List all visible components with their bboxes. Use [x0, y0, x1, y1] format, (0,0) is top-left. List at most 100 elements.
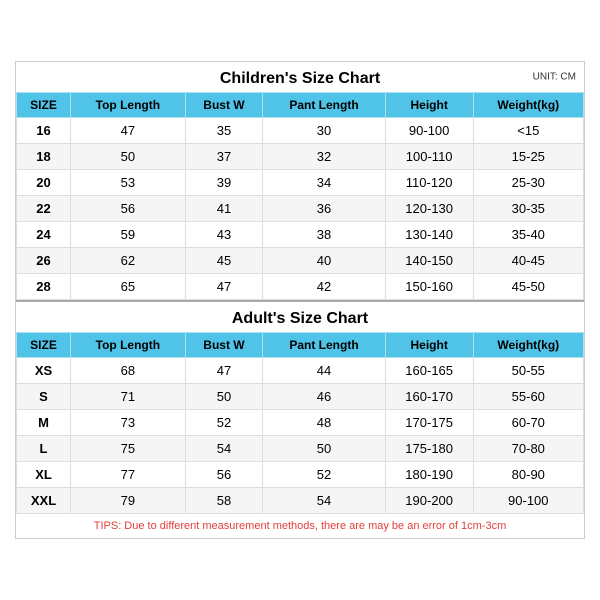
table-cell: 110-120 [385, 170, 473, 196]
table-cell: 56 [185, 462, 263, 488]
children-col-pantlength: Pant Length [263, 93, 386, 118]
children-col-bustw: Bust W [185, 93, 263, 118]
table-cell: 190-200 [385, 488, 473, 514]
table-cell: 32 [263, 144, 386, 170]
table-row: S715046160-17055-60 [17, 384, 584, 410]
table-cell: 120-130 [385, 196, 473, 222]
table-cell: 28 [17, 274, 71, 300]
table-row: L755450175-18070-80 [17, 436, 584, 462]
table-cell: L [17, 436, 71, 462]
table-cell: 20 [17, 170, 71, 196]
table-cell: 150-160 [385, 274, 473, 300]
table-row: XL775652180-19080-90 [17, 462, 584, 488]
table-cell: 40 [263, 248, 386, 274]
children-table: SIZE Top Length Bust W Pant Length Heigh… [16, 92, 584, 300]
tips-text: TIPS: Due to different measurement metho… [16, 514, 584, 538]
table-cell: 34 [263, 170, 386, 196]
adult-tbody: XS684744160-16550-55S715046160-17055-60M… [17, 358, 584, 514]
adult-col-height: Height [385, 333, 473, 358]
table-cell: 18 [17, 144, 71, 170]
adult-table: SIZE Top Length Bust W Pant Length Heigh… [16, 332, 584, 514]
table-cell: 160-165 [385, 358, 473, 384]
children-header-row: SIZE Top Length Bust W Pant Length Heigh… [17, 93, 584, 118]
table-cell: 160-170 [385, 384, 473, 410]
table-cell: 38 [263, 222, 386, 248]
table-cell: 55-60 [473, 384, 583, 410]
table-cell: 180-190 [385, 462, 473, 488]
chart-container: Children's Size Chart UNIT: CM SIZE Top … [15, 61, 585, 539]
table-cell: 24 [17, 222, 71, 248]
table-cell: 62 [71, 248, 186, 274]
table-cell: 30 [263, 118, 386, 144]
children-col-height: Height [385, 93, 473, 118]
children-title: Children's Size Chart UNIT: CM [16, 62, 584, 92]
table-cell: 59 [71, 222, 186, 248]
table-cell: XS [17, 358, 71, 384]
table-cell: 47 [185, 358, 263, 384]
children-tbody: 1647353090-100<1518503732100-11015-25205… [17, 118, 584, 300]
table-row: 20533934110-12025-30 [17, 170, 584, 196]
table-cell: 44 [263, 358, 386, 384]
table-cell: S [17, 384, 71, 410]
table-row: 22564136120-13030-35 [17, 196, 584, 222]
adult-title-text: Adult's Size Chart [232, 310, 368, 327]
table-cell: 60-70 [473, 410, 583, 436]
table-cell: 37 [185, 144, 263, 170]
table-row: 24594338130-14035-40 [17, 222, 584, 248]
table-row: 26624540140-15040-45 [17, 248, 584, 274]
table-cell: 56 [71, 196, 186, 222]
table-cell: 46 [263, 384, 386, 410]
adult-col-weight: Weight(kg) [473, 333, 583, 358]
table-cell: 58 [185, 488, 263, 514]
table-cell: 54 [185, 436, 263, 462]
table-cell: 68 [71, 358, 186, 384]
table-cell: 53 [71, 170, 186, 196]
table-row: M735248170-17560-70 [17, 410, 584, 436]
table-row: 28654742150-16045-50 [17, 274, 584, 300]
table-cell: 16 [17, 118, 71, 144]
table-cell: 40-45 [473, 248, 583, 274]
children-col-toplength: Top Length [71, 93, 186, 118]
adult-col-toplength: Top Length [71, 333, 186, 358]
table-cell: 77 [71, 462, 186, 488]
table-cell: 71 [71, 384, 186, 410]
table-cell: 36 [263, 196, 386, 222]
table-cell: 54 [263, 488, 386, 514]
table-cell: 90-100 [473, 488, 583, 514]
table-row: XS684744160-16550-55 [17, 358, 584, 384]
table-cell: 75 [71, 436, 186, 462]
table-cell: 80-90 [473, 462, 583, 488]
table-row: XXL795854190-20090-100 [17, 488, 584, 514]
children-col-size: SIZE [17, 93, 71, 118]
unit-label: UNIT: CM [533, 72, 576, 83]
adult-col-pantlength: Pant Length [263, 333, 386, 358]
table-cell: 100-110 [385, 144, 473, 170]
table-cell: 47 [185, 274, 263, 300]
table-cell: 140-150 [385, 248, 473, 274]
table-cell: XXL [17, 488, 71, 514]
table-cell: 35 [185, 118, 263, 144]
table-cell: 45 [185, 248, 263, 274]
table-cell: 41 [185, 196, 263, 222]
table-cell: 47 [71, 118, 186, 144]
table-row: 18503732100-11015-25 [17, 144, 584, 170]
adult-title: Adult's Size Chart [16, 300, 584, 332]
table-cell: 130-140 [385, 222, 473, 248]
table-cell: 22 [17, 196, 71, 222]
table-cell: XL [17, 462, 71, 488]
table-cell: 65 [71, 274, 186, 300]
table-cell: 26 [17, 248, 71, 274]
table-cell: 50 [185, 384, 263, 410]
adult-col-bustw: Bust W [185, 333, 263, 358]
table-cell: 15-25 [473, 144, 583, 170]
table-cell: 39 [185, 170, 263, 196]
adult-header-row: SIZE Top Length Bust W Pant Length Heigh… [17, 333, 584, 358]
table-cell: 175-180 [385, 436, 473, 462]
table-cell: 170-175 [385, 410, 473, 436]
table-cell: 50-55 [473, 358, 583, 384]
table-cell: 25-30 [473, 170, 583, 196]
table-cell: 70-80 [473, 436, 583, 462]
table-cell: 52 [185, 410, 263, 436]
table-cell: 90-100 [385, 118, 473, 144]
table-cell: 50 [263, 436, 386, 462]
